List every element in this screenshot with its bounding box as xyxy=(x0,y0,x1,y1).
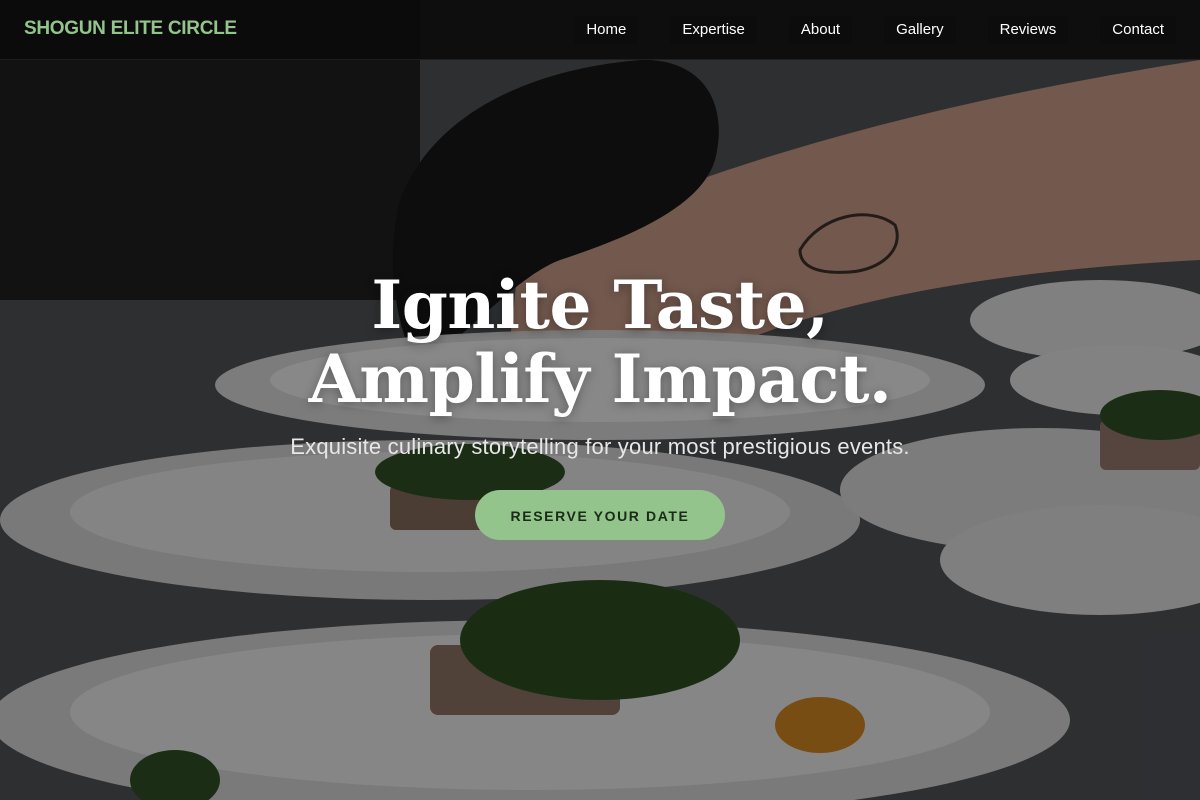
top-navbar: SHOGUN ELITE CIRCLE Home Expertise About… xyxy=(0,0,1200,60)
landing-page: SHOGUN ELITE CIRCLE Home Expertise About… xyxy=(0,0,1200,800)
nav-link-about[interactable]: About xyxy=(788,16,853,44)
nav-link-home[interactable]: Home xyxy=(574,16,639,44)
nav-link-contact[interactable]: Contact xyxy=(1100,16,1176,44)
hero-title: Ignite Taste, Amplify Impact. xyxy=(308,266,892,418)
nav-link-gallery[interactable]: Gallery xyxy=(884,16,956,44)
nav-link-reviews[interactable]: Reviews xyxy=(987,16,1069,44)
nav-link-expertise[interactable]: Expertise xyxy=(670,16,757,44)
hero-subtitle: Exquisite culinary storytelling for your… xyxy=(290,434,910,459)
reserve-date-button[interactable]: RESERVE YOUR DATE xyxy=(475,490,725,540)
hero-section: Ignite Taste, Amplify Impact. Exquisite … xyxy=(0,268,1200,540)
brand-logo[interactable]: SHOGUN ELITE CIRCLE xyxy=(24,18,237,40)
nav-menu: Home Expertise About Gallery Reviews Con… xyxy=(574,16,1176,44)
